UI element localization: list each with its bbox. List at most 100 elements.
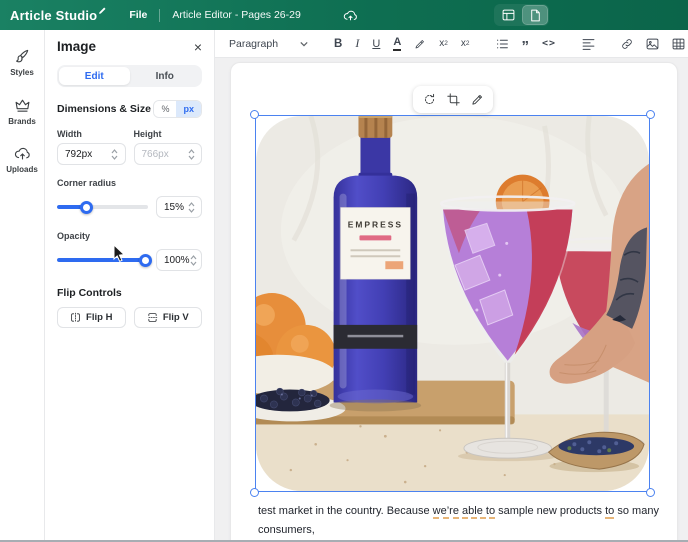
top-bar: Article Studio File Article Editor - Pag… bbox=[0, 0, 688, 30]
replace-image-icon[interactable] bbox=[423, 93, 436, 106]
flip-h-icon bbox=[70, 312, 81, 323]
article-body-text[interactable]: test market in the country. Because we’r… bbox=[258, 502, 664, 542]
highlight-button[interactable] bbox=[414, 38, 426, 50]
bold-button[interactable]: B bbox=[334, 38, 342, 50]
subscript-button[interactable]: x2 bbox=[461, 38, 470, 49]
paragraph-style-label: Paragraph bbox=[229, 38, 278, 50]
opacity-label: Opacity bbox=[57, 231, 202, 241]
height-field[interactable]: 766px bbox=[134, 143, 203, 165]
sidebar-item-styles[interactable]: Styles bbox=[10, 48, 34, 77]
italic-button[interactable]: I bbox=[355, 36, 359, 51]
close-icon[interactable]: × bbox=[194, 40, 202, 54]
tab-info[interactable]: Info bbox=[130, 67, 201, 85]
sidebar-item-brands[interactable]: Brands bbox=[8, 97, 36, 126]
corner-radius-field[interactable]: 15% bbox=[156, 196, 202, 218]
list-button[interactable] bbox=[496, 38, 509, 50]
flip-h-label: Flip H bbox=[86, 312, 112, 323]
align-left-icon bbox=[582, 38, 595, 50]
opacity-stepper[interactable] bbox=[190, 255, 197, 266]
chevron-down-icon bbox=[300, 41, 308, 47]
table-button[interactable] bbox=[672, 38, 685, 50]
table-icon bbox=[672, 38, 685, 50]
code-button[interactable]: <> bbox=[542, 38, 556, 49]
sidebar-item-uploads[interactable]: Uploads bbox=[6, 146, 38, 174]
width-value: 792px bbox=[65, 149, 109, 160]
brush-icon bbox=[13, 48, 30, 65]
app-logo: Article Studio bbox=[10, 8, 107, 23]
sidebar-item-label: Uploads bbox=[6, 165, 38, 174]
breadcrumb: Article Editor - Pages 26-29 bbox=[172, 9, 300, 21]
stepper-up-icon[interactable] bbox=[188, 149, 195, 154]
image-icon bbox=[646, 38, 659, 50]
superscript-button[interactable]: x2 bbox=[439, 38, 448, 49]
crop-icon[interactable] bbox=[447, 93, 460, 106]
resize-handle-top-right[interactable] bbox=[646, 110, 655, 119]
stepper-down-icon[interactable] bbox=[111, 155, 118, 160]
height-label: Height bbox=[134, 129, 203, 139]
tab-edit[interactable]: Edit bbox=[59, 67, 130, 85]
unit-toggle: % px bbox=[153, 100, 202, 118]
stepper-up-icon[interactable] bbox=[190, 255, 197, 260]
flip-v-button[interactable]: Flip V bbox=[134, 307, 203, 328]
stepper-up-icon[interactable] bbox=[111, 149, 118, 154]
link-button[interactable] bbox=[621, 38, 633, 50]
article-image[interactable]: EMPRESS bbox=[256, 116, 649, 491]
highlighter-icon bbox=[414, 38, 426, 50]
flip-controls-heading: Flip Controls bbox=[57, 287, 202, 299]
bottle-label-text: EMPRESS bbox=[348, 219, 403, 229]
text-color-button[interactable]: A bbox=[393, 36, 401, 50]
unit-px[interactable]: px bbox=[176, 101, 201, 117]
image-button[interactable] bbox=[646, 38, 659, 50]
opacity-field[interactable]: 100% bbox=[156, 249, 202, 271]
stepper-down-icon[interactable] bbox=[190, 261, 197, 266]
slider-thumb[interactable] bbox=[139, 254, 152, 267]
corner-stepper[interactable] bbox=[185, 202, 197, 213]
view-toggle bbox=[494, 4, 549, 26]
corner-radius-label: Corner radius bbox=[57, 178, 202, 188]
window-view-icon[interactable] bbox=[496, 6, 520, 24]
slider-thumb[interactable] bbox=[80, 201, 93, 214]
stepper-up-icon[interactable] bbox=[188, 202, 195, 207]
resize-handle-bottom-left[interactable] bbox=[250, 488, 259, 497]
height-stepper[interactable] bbox=[185, 149, 197, 160]
panel-title: Image bbox=[57, 39, 96, 54]
image-selection[interactable]: EMPRESS bbox=[255, 115, 650, 492]
stepper-down-icon[interactable] bbox=[188, 155, 195, 160]
file-menu[interactable]: File bbox=[129, 9, 147, 21]
document-canvas: EMPRESS bbox=[215, 58, 688, 542]
width-label: Width bbox=[57, 129, 126, 139]
cloud-sync-icon[interactable] bbox=[343, 9, 358, 22]
stepper-down-icon[interactable] bbox=[188, 208, 195, 213]
crown-icon bbox=[14, 97, 31, 114]
height-value: 766px bbox=[142, 149, 186, 160]
opacity-value: 100% bbox=[164, 255, 190, 266]
image-panel: Image × Edit Info Dimensions & Size % px… bbox=[45, 30, 215, 542]
unit-percent[interactable]: % bbox=[154, 101, 176, 117]
width-field[interactable]: 792px bbox=[57, 143, 126, 165]
flip-v-icon bbox=[147, 312, 158, 323]
topbar-divider bbox=[159, 9, 160, 22]
app-title: Article Studio bbox=[10, 8, 97, 23]
opacity-slider[interactable] bbox=[57, 254, 148, 267]
app: Article Studio File Article Editor - Pag… bbox=[0, 0, 688, 542]
paragraph-style-dropdown[interactable]: Paragraph bbox=[229, 38, 308, 50]
panel-tabs: Edit Info bbox=[57, 65, 202, 87]
corner-radius-slider[interactable] bbox=[57, 201, 148, 214]
width-stepper[interactable] bbox=[109, 149, 121, 160]
flip-h-button[interactable]: Flip H bbox=[57, 307, 126, 328]
resize-handle-bottom-right[interactable] bbox=[646, 488, 655, 497]
quote-button[interactable]: ” bbox=[522, 38, 530, 50]
resize-handle-top-left[interactable] bbox=[250, 110, 259, 119]
corner-radius-value: 15% bbox=[164, 202, 185, 213]
edit-pencil-icon[interactable] bbox=[471, 93, 484, 106]
underline-button[interactable]: U bbox=[372, 38, 380, 50]
text-line-1[interactable]: test market in the country. Because we’r… bbox=[258, 502, 664, 540]
sidebar-item-label: Brands bbox=[8, 117, 36, 126]
image-toolbar bbox=[413, 86, 493, 113]
align-button[interactable] bbox=[582, 38, 595, 50]
flip-v-label: Flip V bbox=[163, 312, 189, 323]
pen-icon bbox=[98, 6, 107, 15]
dimensions-heading: Dimensions & Size bbox=[57, 103, 151, 115]
sidebar-item-label: Styles bbox=[10, 68, 34, 77]
document-view-icon[interactable] bbox=[523, 6, 547, 24]
